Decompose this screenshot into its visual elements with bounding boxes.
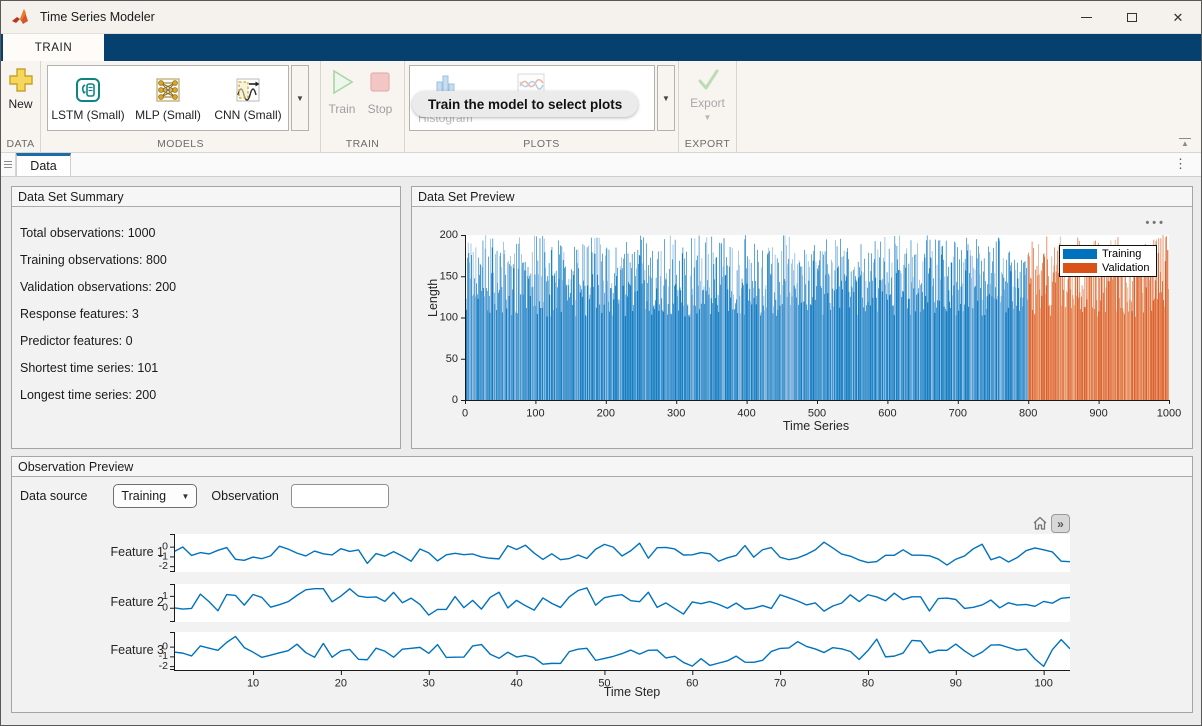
train-button[interactable]: Train [323, 67, 361, 116]
model-cnn-label: CNN (Small) [214, 108, 281, 122]
x-axis-label: Time Series [464, 419, 1168, 433]
stop-button[interactable]: Stop [361, 67, 399, 116]
mlp-icon [153, 75, 183, 105]
summary-item: Response features: 3 [20, 301, 400, 328]
restore-view-button[interactable] [1031, 515, 1049, 533]
export-button-label: Export [690, 96, 725, 110]
home-icon [1032, 516, 1048, 531]
close-button[interactable]: ✕ [1155, 1, 1201, 34]
feature-3-label: Feature 3 [12, 643, 164, 657]
summary-list: Total observations: 1000 Training observ… [12, 207, 400, 409]
data-set-summary-panel: Data Set Summary Total observations: 100… [11, 186, 401, 449]
observation-preview-panel: Observation Preview Data source Training… [11, 456, 1193, 713]
models-section-label: MODELS [41, 138, 320, 150]
summary-item: Total observations: 1000 [20, 220, 400, 247]
models-gallery-dropdown-button[interactable]: ▼ [291, 65, 309, 131]
export-button[interactable]: Export ▼ [679, 67, 736, 122]
summary-item: Longest time series: 200 [20, 382, 400, 409]
plots-disabled-tooltip: Train the model to select plots [412, 91, 638, 117]
chevron-down-icon: ▼ [662, 94, 670, 103]
collapse-ribbon-button[interactable]: ▲ [1179, 138, 1191, 148]
data-section-label: DATA [1, 138, 40, 150]
stop-icon [365, 67, 395, 97]
minimize-icon [1081, 17, 1092, 18]
model-mlp-button[interactable]: MLP (Small) [128, 75, 208, 122]
window-title: Time Series Modeler [40, 10, 155, 24]
titlebar: Time Series Modeler ✕ [1, 1, 1201, 34]
panel-toggle-button[interactable] [1, 153, 16, 176]
summary-item: Predictor features: 0 [20, 328, 400, 355]
data-set-preview-panel: Data Set Preview ••• Training Validation… [411, 186, 1193, 449]
model-mlp-label: MLP (Small) [135, 108, 201, 122]
ribbon: New DATA LSTM (Small) [1, 61, 1201, 153]
summary-item: Validation observations: 200 [20, 274, 400, 301]
chevron-down-icon: ▼ [296, 94, 304, 103]
lstm-icon [73, 75, 103, 105]
export-section-label: EXPORT [679, 138, 736, 150]
legend-label-validation: Validation [1102, 262, 1150, 274]
close-icon: ✕ [1173, 11, 1184, 24]
ribbon-tab-band: TRAIN [1, 34, 1201, 61]
double-chevron-right-icon: » [1057, 517, 1064, 531]
model-lstm-label: LSTM (Small) [51, 108, 124, 122]
observation-panel-title: Observation Preview [12, 457, 1192, 477]
play-icon [327, 67, 357, 97]
dataset-preview-chart [413, 208, 1193, 448]
legend-swatch-validation [1063, 263, 1097, 273]
plots-section-label: PLOTS [405, 138, 678, 150]
matlab-logo-icon [11, 8, 31, 26]
toolbar-expand-button[interactable]: » [1051, 514, 1070, 533]
ribbon-section-plots: Histogram Train the model to select plot… [405, 61, 679, 152]
app-window: Time Series Modeler ✕ TRAIN New DATA [0, 0, 1202, 726]
summary-item: Shortest time series: 101 [20, 355, 400, 382]
tab-data[interactable]: Data [16, 153, 71, 176]
ribbon-section-data: New DATA [1, 61, 41, 152]
ribbon-section-train: Train Stop TRAIN [321, 61, 405, 152]
chevron-down-icon: ▼ [704, 113, 712, 122]
tab-train[interactable]: TRAIN [3, 34, 104, 61]
ribbon-section-export: Export ▼ EXPORT [679, 61, 737, 152]
cnn-icon [233, 75, 263, 105]
model-cnn-button[interactable]: CNN (Small) [208, 75, 288, 122]
legend-label-training: Training [1102, 248, 1141, 260]
ribbon-filler: ▲ [737, 61, 1201, 152]
collapse-ribbon-icon: ▲ [1181, 139, 1189, 148]
plus-icon [8, 67, 34, 93]
plots-gallery: Histogram Train the model to select plot… [409, 65, 655, 131]
train-section-label: TRAIN [321, 138, 404, 150]
tab-overflow-menu-button[interactable]: ⋮ [1174, 156, 1187, 172]
stop-button-label: Stop [368, 102, 393, 116]
minimize-button[interactable] [1063, 1, 1109, 34]
time-step-axis-label: Time Step [572, 685, 692, 699]
maximize-icon [1127, 13, 1137, 22]
legend-swatch-training [1063, 249, 1097, 259]
axes-options-button[interactable]: ••• [1145, 217, 1166, 229]
new-button[interactable]: New [1, 67, 40, 111]
models-gallery: LSTM (Small) [47, 65, 289, 131]
observation-preview-chart [12, 477, 1192, 712]
feature-2-label: Feature 2 [12, 595, 164, 609]
preview-panel-title: Data Set Preview [412, 187, 1192, 207]
chart-legend: Training Validation [1059, 245, 1157, 277]
axes-toolbar: » [1031, 514, 1070, 533]
maximize-button[interactable] [1109, 1, 1155, 34]
y-axis-label: Length [426, 279, 440, 317]
check-icon [694, 67, 722, 93]
summary-panel-title: Data Set Summary [12, 187, 400, 207]
document-tabstrip: Data ⋮ [1, 153, 1201, 177]
summary-item: Training observations: 800 [20, 247, 400, 274]
ribbon-section-models: LSTM (Small) [41, 61, 321, 152]
model-lstm-button[interactable]: LSTM (Small) [48, 75, 128, 122]
plots-gallery-dropdown-button[interactable]: ▼ [657, 65, 675, 131]
feature-1-label: Feature 1 [12, 545, 164, 559]
train-button-label: Train [329, 102, 356, 116]
new-button-label: New [8, 97, 32, 111]
